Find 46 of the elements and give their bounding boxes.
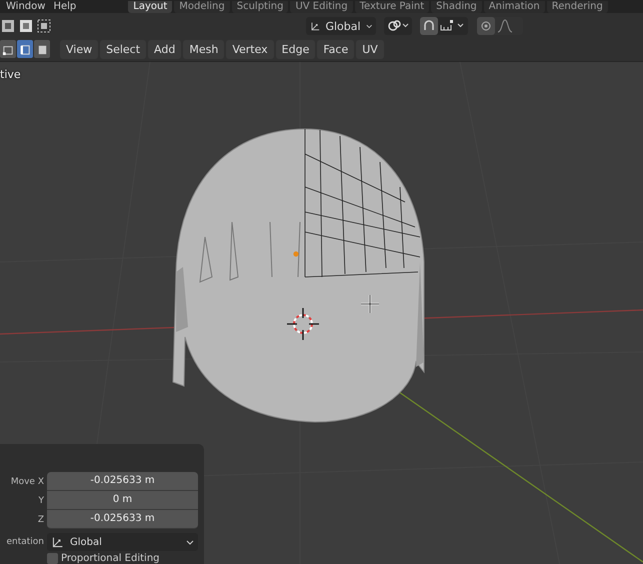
axes-icon <box>310 20 320 32</box>
menu-item[interactable]: Help <box>53 0 76 12</box>
menu-item[interactable]: Window <box>6 0 46 12</box>
workspace-tab[interactable]: Rendering <box>546 0 608 12</box>
field-label: Z <box>36 514 45 524</box>
select-mode-button[interactable] <box>17 40 33 58</box>
value-field[interactable]: -0.025633 m <box>47 510 198 529</box>
orientation-dropdown[interactable]: Global <box>47 533 198 551</box>
workspace-tab[interactable]: Sculpting <box>232 0 288 12</box>
menu-button[interactable]: UV <box>356 40 384 58</box>
menu-button[interactable]: Mesh <box>183 40 224 58</box>
axes-icon <box>51 536 64 548</box>
checkbox[interactable] <box>47 553 58 564</box>
pivot-link-icon[interactable] <box>384 17 412 35</box>
menu-button[interactable]: Add <box>148 40 182 58</box>
3d-cursor-icon <box>285 306 321 342</box>
workspace-tab[interactable]: UV Editing <box>290 0 353 12</box>
select-box-icon[interactable] <box>0 18 16 34</box>
value-field[interactable]: -0.025633 m <box>47 472 198 491</box>
viewport-label: tive <box>0 68 21 81</box>
menu-button[interactable]: View <box>60 40 98 58</box>
menu-button[interactable]: Vertex <box>226 40 274 58</box>
field-label: Y <box>38 496 45 506</box>
transform-orientation-dropdown[interactable]: Global <box>306 17 376 35</box>
edge-select-icon <box>18 42 32 56</box>
field-label: entation <box>5 537 45 547</box>
select-mode-button[interactable] <box>34 40 50 58</box>
workspace-tab[interactable]: Animation <box>484 0 545 12</box>
menu-button[interactable]: Select <box>100 40 146 58</box>
snap-icon[interactable] <box>420 17 468 35</box>
object-origin-icon <box>293 251 299 257</box>
workspace-tab[interactable]: Layout <box>128 0 172 12</box>
caret-icon <box>186 538 194 546</box>
crosshair-cursor-icon <box>361 295 379 313</box>
field-label: Move X <box>10 476 45 486</box>
workspace-tab[interactable]: Shading <box>431 0 482 12</box>
workspace-tab[interactable]: Texture Paint <box>354 0 430 12</box>
select-extend-icon[interactable] <box>18 18 34 34</box>
select-subtract-icon[interactable] <box>36 18 52 34</box>
checkbox-label: Proportional Editing <box>61 553 160 564</box>
caret-icon <box>366 22 372 30</box>
menu-button[interactable]: Edge <box>276 40 316 58</box>
select-mode-button[interactable] <box>0 40 16 58</box>
workspace-tab[interactable]: Modeling <box>174 0 230 12</box>
value-field[interactable]: 0 m <box>47 491 198 510</box>
menu-button[interactable]: Face <box>317 40 354 58</box>
